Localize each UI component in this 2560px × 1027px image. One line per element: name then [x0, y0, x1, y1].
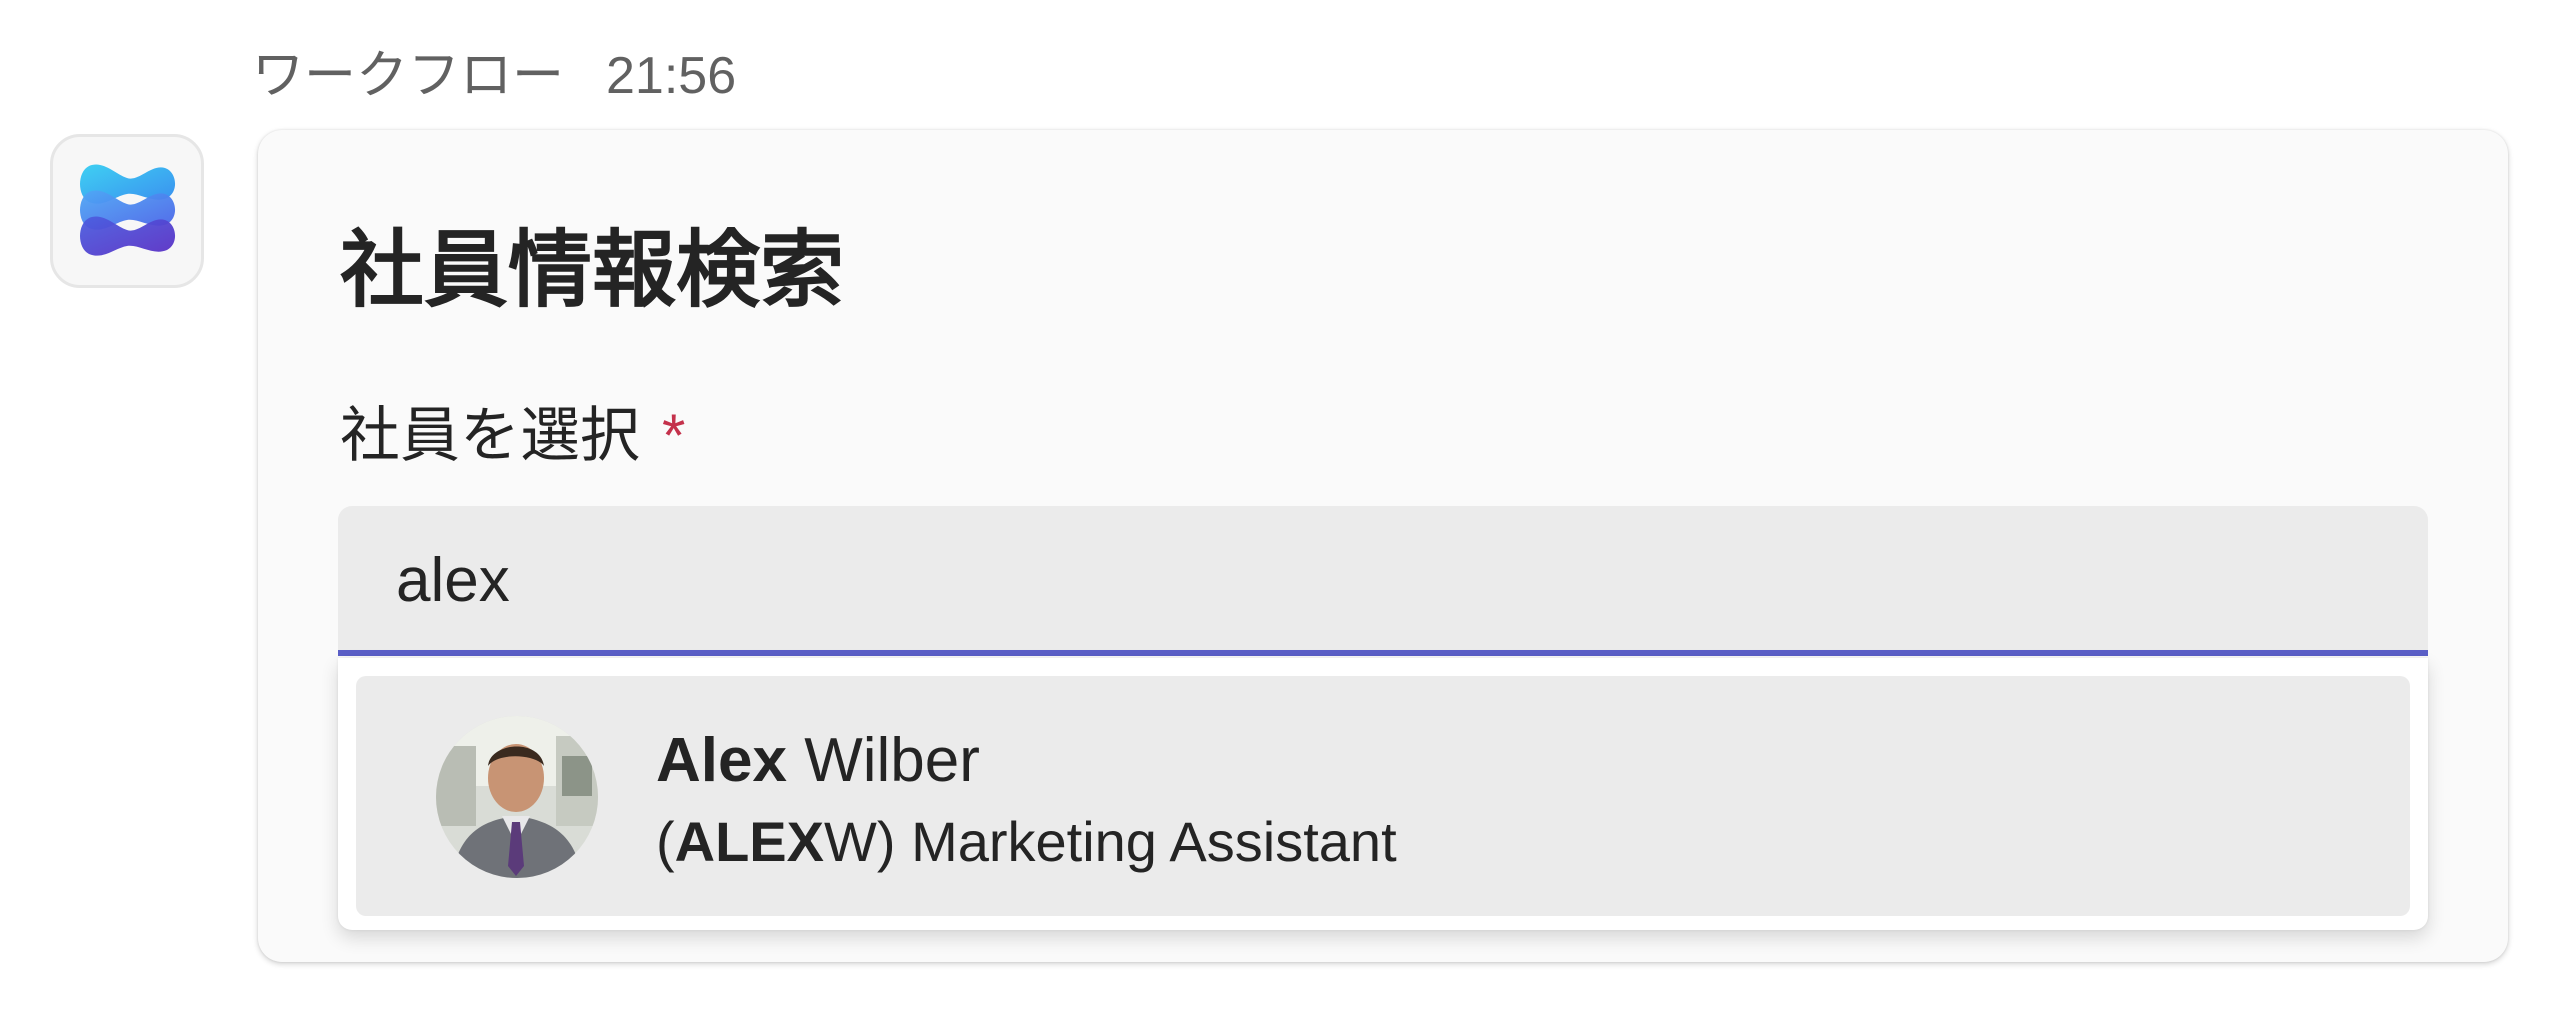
- field-label-text: 社員を選択: [340, 402, 640, 469]
- person-name-match: Alex: [656, 726, 787, 795]
- employee-search-input[interactable]: [396, 540, 2296, 620]
- message-header: ワークフロー 21:56: [252, 40, 736, 112]
- person-name: Alex Wilber: [656, 722, 980, 800]
- person-details: (ALEXW) Marketing Assistant: [656, 806, 1397, 878]
- required-marker: *: [662, 402, 686, 469]
- suggestion-dropdown: Alex Wilber (ALEXW) Marketing Assistant: [338, 658, 2428, 930]
- bot-avatar[interactable]: [50, 134, 204, 288]
- adaptive-card: 社員情報検索 社員を選択 * alex Alex Wilber (ALEXW) …: [258, 130, 2508, 962]
- person-details-rest: W) Marketing Assistant: [824, 810, 1397, 873]
- person-details-open: (: [656, 810, 675, 873]
- suggestion-item-alex-wilber[interactable]: Alex Wilber (ALEXW) Marketing Assistant: [356, 676, 2410, 916]
- workflows-logo-icon: [80, 164, 176, 256]
- person-photo: [436, 716, 598, 878]
- sender-name: ワークフロー: [252, 47, 565, 105]
- message-time: 21:56: [606, 47, 737, 105]
- employee-field-label: 社員を選択 *: [340, 398, 685, 474]
- person-alias-match: ALEX: [674, 810, 825, 873]
- card-title: 社員情報検索: [340, 223, 845, 317]
- person-name-rest: Wilber: [786, 726, 980, 795]
- employee-search-box[interactable]: [338, 506, 2428, 656]
